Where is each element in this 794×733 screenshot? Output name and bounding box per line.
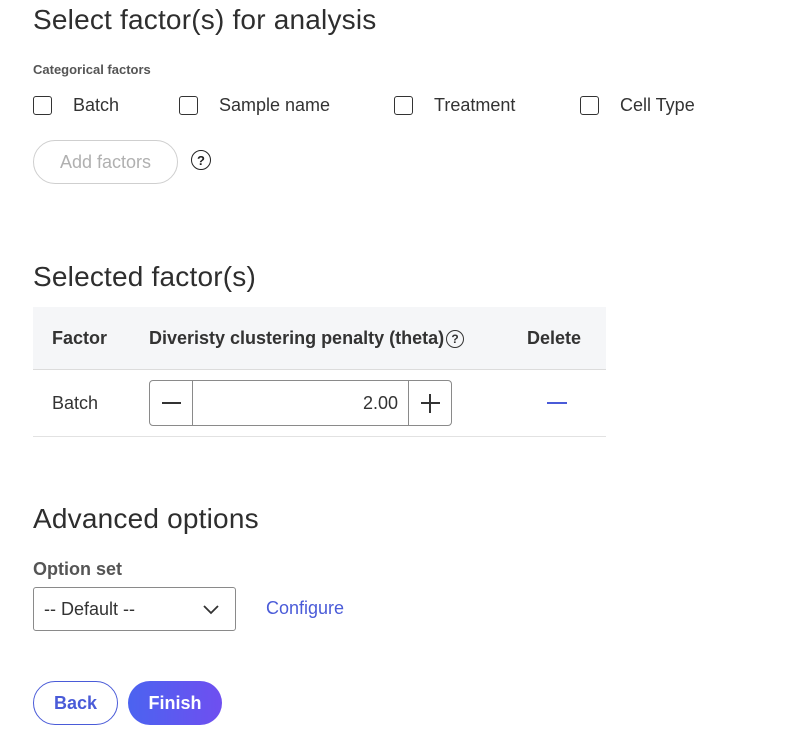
checkbox-label: Batch — [73, 94, 120, 115]
chevron-down-icon — [203, 605, 219, 615]
minus-icon — [161, 402, 181, 404]
help-icon[interactable]: ? — [446, 329, 465, 348]
checkbox-treatment[interactable]: Treatment — [394, 93, 515, 117]
table-header: Factor Diveristy clustering penalty (the… — [33, 307, 606, 370]
delete-factor-button[interactable] — [546, 392, 568, 414]
plus-icon — [420, 393, 440, 413]
advanced-options-title: Advanced options — [33, 503, 259, 534]
delete-dash-icon — [547, 402, 567, 404]
increment-button[interactable] — [408, 381, 451, 425]
checkbox-batch[interactable]: Batch — [33, 93, 119, 117]
column-header-theta-label: Diveristy clustering penalty (theta) — [149, 328, 445, 348]
option-set-label: Option set — [33, 559, 122, 579]
checkbox-icon[interactable] — [33, 95, 52, 115]
column-header-factor: Factor — [52, 328, 108, 348]
table-row: Batch 2.00 — [33, 370, 606, 437]
checkbox-label: Cell Type — [620, 94, 695, 115]
checkbox-label: Sample name — [219, 94, 331, 115]
column-header-theta: Diveristy clustering penalty (theta) ? — [149, 328, 465, 349]
option-set-value: -- Default -- — [44, 598, 136, 619]
add-factors-button[interactable]: Add factors — [33, 140, 178, 184]
checkbox-icon[interactable] — [179, 95, 198, 115]
selected-factors-table: Factor Diveristy clustering penalty (the… — [33, 307, 606, 437]
checkbox-label: Treatment — [434, 94, 516, 115]
checkbox-icon[interactable] — [580, 95, 599, 115]
checkbox-sample-name[interactable]: Sample name — [179, 93, 330, 117]
page-title: Select factor(s) for analysis — [33, 4, 377, 35]
decrement-button[interactable] — [150, 381, 193, 425]
option-set-select[interactable]: -- Default -- — [33, 587, 236, 631]
factor-name: Batch — [52, 393, 99, 413]
configure-link[interactable]: Configure — [266, 598, 344, 619]
checkbox-cell-type[interactable]: Cell Type — [580, 93, 695, 117]
column-header-delete: Delete — [527, 328, 582, 348]
theta-stepper: 2.00 — [149, 380, 452, 426]
categorical-factors-list: Batch Sample name Treatment Cell Type — [33, 93, 793, 117]
help-icon[interactable]: ? — [191, 150, 211, 170]
selected-factors-title: Selected factor(s) — [33, 261, 257, 292]
finish-button[interactable]: Finish — [128, 681, 222, 725]
checkbox-icon[interactable] — [394, 95, 413, 115]
categorical-factors-label: Categorical factors — [33, 62, 151, 77]
back-button[interactable]: Back — [33, 681, 118, 725]
theta-value-input[interactable]: 2.00 — [193, 381, 408, 425]
